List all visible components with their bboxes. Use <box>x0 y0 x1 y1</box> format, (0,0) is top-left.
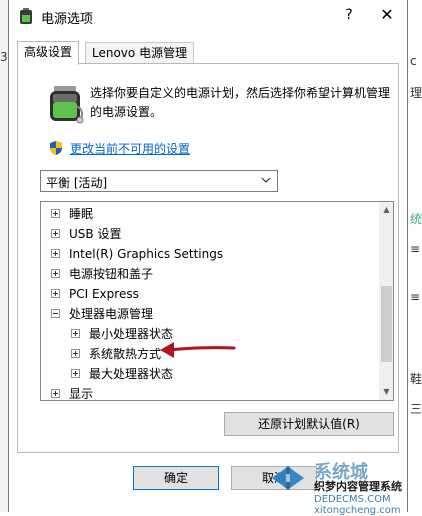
power-settings-tree[interactable]: 睡眠 USB 设置 Intel(R) Graphics Settings 电源按… <box>40 201 394 401</box>
advanced-settings-panel: 选择你要自定义的电源计划，然后选择你希望计算机管理的电源设置。 更改当前不可用的… <box>17 63 399 453</box>
expand-plus-icon[interactable] <box>71 329 80 338</box>
background-fragment: c <box>410 54 417 68</box>
background-fragment: 理 <box>410 86 422 100</box>
expand-plus-icon[interactable] <box>51 389 60 398</box>
tree-item-label: PCI Express <box>69 287 139 301</box>
expand-plus-icon[interactable] <box>51 269 60 278</box>
background-window-right <box>408 0 422 512</box>
collapse-minus-icon[interactable] <box>51 309 60 318</box>
restore-plan-defaults-button[interactable]: 还原计划默认值(R) <box>224 412 394 436</box>
scrollbar-thumb[interactable] <box>381 286 392 362</box>
background-fragment: 三 <box>410 402 422 416</box>
tree-item-label: USB 设置 <box>69 227 122 241</box>
tree-item-label: 最大处理器状态 <box>89 367 174 381</box>
chevron-down-icon <box>261 177 271 183</box>
window-title: 电源选项 <box>41 12 94 27</box>
expand-plus-icon[interactable] <box>51 229 60 238</box>
tree-item-label: 显示 <box>69 387 94 401</box>
tab-lenovo-power-management[interactable]: Lenovo 电源管理 <box>85 42 195 64</box>
tree-item-label: 电源按钮和盖子 <box>69 267 154 281</box>
tree-item-label: Intel(R) Graphics Settings <box>69 247 224 261</box>
title-bar[interactable]: 电源选项 ? ✕ <box>9 0 407 32</box>
watermark-domain: DEDECMS.COM xitongcheng.com <box>314 494 401 516</box>
power-battery-icon <box>50 86 84 124</box>
power-options-dialog: 电源选项 ? ✕ 高级设置 Lenovo 电源管理 选择你要自定义的电源计划，然… <box>8 0 408 512</box>
tree-item-label: 系统散热方式 <box>89 347 162 361</box>
background-fragment: ≡ <box>410 242 421 256</box>
scroll-down-arrow-icon[interactable]: ▼ <box>379 384 393 400</box>
tab-advanced-settings[interactable]: 高级设置 <box>17 41 80 65</box>
description-text: 选择你要自定义的电源计划，然后选择你希望计算机管理的电源设置。 <box>90 86 391 119</box>
close-button[interactable]: ✕ <box>375 4 399 26</box>
background-fragment: ≡ <box>410 290 421 304</box>
power-plan-select-value: 平衡 [活动] <box>46 176 108 190</box>
expand-plus-icon[interactable] <box>51 209 60 218</box>
ok-button[interactable]: 确定 <box>133 466 219 490</box>
background-fragment: 鞋 <box>410 372 422 386</box>
expand-plus-icon[interactable] <box>71 369 80 378</box>
tree-item-label: 睡眠 <box>69 207 94 221</box>
expand-plus-icon[interactable] <box>71 349 80 358</box>
watermark-site-name: 织梦内容管理系统 <box>314 480 402 493</box>
battery-title-icon <box>20 8 32 24</box>
background-fragment: 统 <box>410 212 422 226</box>
expand-plus-icon[interactable] <box>51 249 60 258</box>
annotation-arrow-icon <box>160 342 236 358</box>
change-unavailable-settings-link[interactable]: 更改当前不可用的设置 <box>70 140 190 157</box>
uac-shield-icon <box>50 141 62 155</box>
expand-plus-icon[interactable] <box>51 289 60 298</box>
help-button[interactable]: ? <box>339 4 359 26</box>
power-plan-select[interactable]: 平衡 [活动] <box>40 170 278 192</box>
scroll-up-arrow-icon[interactable]: ▲ <box>379 202 393 218</box>
tab-strip: 高级设置 Lenovo 电源管理 <box>17 41 397 65</box>
tree-item-label: 处理器电源管理 <box>69 307 154 321</box>
tree-scrollbar[interactable]: ▲ ▼ <box>379 202 393 400</box>
